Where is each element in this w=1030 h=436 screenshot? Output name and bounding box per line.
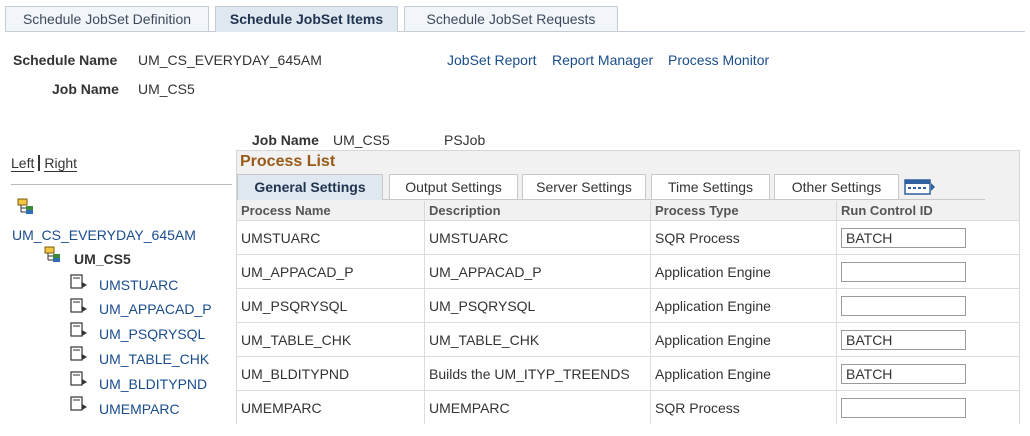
tree-item-um-psqrysql[interactable]: UM_PSQRYSQL [99,326,205,342]
description-cell: UM_TABLE_CHK [424,322,651,357]
job-type-value: PSJob [444,132,486,148]
tab-server-settings[interactable]: Server Settings [522,174,646,199]
tab-output-settings[interactable]: Output Settings [389,174,518,199]
tree-job-node: UM_CS5 [74,251,131,267]
right-button[interactable]: Right [44,155,78,172]
run-control-cell [836,288,1019,323]
process-list-table: Process Name Description Process Type Ru… [237,201,1019,424]
process-name-cell: UM_TABLE_CHK [237,322,425,357]
jobset-tree-icon [17,198,33,214]
run-control-input[interactable] [841,329,966,350]
tab-time-settings[interactable]: Time Settings [651,174,770,199]
run-control-cell [836,220,1019,255]
table-row: UM_PSQRYSQL UM_PSQRYSQL Application Engi… [237,288,1019,323]
tree-item-um-appacad-p[interactable]: UM_APPACAD_P [99,301,212,317]
process-type-cell: SQR Process [650,220,837,255]
left-button[interactable]: Left [11,155,35,172]
schedule-name-value: UM_CS_EVERYDAY_645AM [138,52,322,68]
left-right-separator [38,155,41,171]
left-divider [11,184,232,185]
table-row: UMSTUARC UMSTUARC SQR Process [237,220,1019,255]
table-row: UM_BLDITYPND Builds the UM_ITYP_TREENDS … [237,356,1019,391]
process-type-cell: Application Engine [650,254,837,289]
tabs-divider [5,31,1025,32]
tab-schedule-jobset-items[interactable]: Schedule JobSet Items [215,6,398,32]
job-info-label: Job Name [252,132,319,148]
process-monitor-link[interactable]: Process Monitor [668,52,769,68]
process-type-cell: Application Engine [650,288,837,323]
process-list-panel: Process List General Settings Output Set… [236,150,1020,424]
tab-other-settings[interactable]: Other Settings [774,174,899,199]
table-row: UMEMPARC UMEMPARC SQR Process [237,390,1019,424]
run-control-input[interactable] [841,295,966,316]
col-process-name: Process Name [237,201,425,221]
tab-general-settings[interactable]: General Settings [237,174,383,200]
run-control-cell [836,254,1019,289]
show-all-columns-icon[interactable] [904,178,936,196]
process-item-icon [70,396,87,411]
description-cell: Builds the UM_ITYP_TREENDS [424,356,651,391]
description-cell: UMEMPARC [424,390,651,424]
process-item-icon [70,274,87,289]
jobset-report-link[interactable]: JobSet Report [447,52,537,68]
col-description: Description [424,201,651,221]
process-type-cell: Application Engine [650,322,837,357]
tree-item-um-bldityppnd[interactable]: UM_BLDITYPND [99,376,207,392]
tab-schedule-jobset-requests[interactable]: Schedule JobSet Requests [404,6,618,31]
tree-item-um-table-chk[interactable]: UM_TABLE_CHK [99,351,209,367]
process-item-icon [70,322,87,337]
process-type-cell: Application Engine [650,356,837,391]
process-type-cell: SQR Process [650,390,837,424]
run-control-cell [836,322,1019,357]
description-cell: UM_APPACAD_P [424,254,651,289]
table-row: UM_TABLE_CHK UM_TABLE_CHK Application En… [237,322,1019,357]
tree-root-link[interactable]: UM_CS_EVERYDAY_645AM [12,227,196,243]
run-control-input[interactable] [841,261,966,282]
col-run-control-id: Run Control ID [836,201,1019,221]
description-cell: UM_PSQRYSQL [424,288,651,323]
job-name-value: UM_CS5 [138,81,195,97]
process-item-icon [70,371,87,386]
process-name-cell: UMSTUARC [237,220,425,255]
job-name-label: Job Name [52,81,119,97]
table-header-row: Process Name Description Process Type Ru… [237,201,1019,221]
left-right-toggle: Left Right [11,155,78,172]
description-cell: UMSTUARC [424,220,651,255]
tree-item-umemparc[interactable]: UMEMPARC [99,401,180,417]
report-manager-link[interactable]: Report Manager [552,52,653,68]
run-control-input[interactable] [841,397,966,418]
process-name-cell: UM_BLDITYPND [237,356,425,391]
process-item-icon [70,298,87,313]
col-process-type: Process Type [650,201,837,221]
tree-item-umstuarc[interactable]: UMSTUARC [99,277,178,293]
run-control-cell [836,356,1019,391]
run-control-cell [836,390,1019,424]
table-row: UM_APPACAD_P UM_APPACAD_P Application En… [237,254,1019,289]
process-name-cell: UMEMPARC [237,390,425,424]
schedule-name-label: Schedule Name [13,52,118,68]
page-tabs: Schedule JobSet Definition Schedule JobS… [5,6,1025,32]
run-control-input[interactable] [841,363,966,384]
job-info-value: UM_CS5 [333,132,390,148]
process-item-icon [70,346,87,361]
process-list-title: Process List [240,153,336,170]
process-name-cell: UM_APPACAD_P [237,254,425,289]
run-control-input[interactable] [841,227,966,248]
job-node-icon [44,246,60,262]
tab-schedule-jobset-definition[interactable]: Schedule JobSet Definition [5,6,209,31]
process-name-cell: UM_PSQRYSQL [237,288,425,323]
